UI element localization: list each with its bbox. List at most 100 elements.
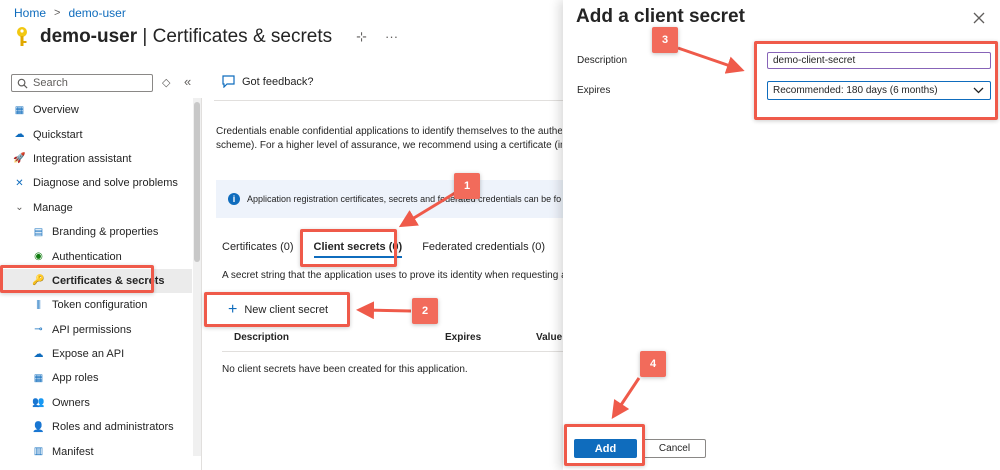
cancel-button[interactable]: Cancel xyxy=(643,439,706,458)
feedback-icon xyxy=(222,75,235,88)
sidebar-nav: ▦ Overview ☁ Quickstart 🚀 Integration assista… xyxy=(0,98,192,464)
sidebar-item-label: Manifest xyxy=(52,445,94,458)
arrow-2 xyxy=(356,301,412,320)
client-secret-note: A secret string that the application use… xyxy=(222,270,564,281)
sidebar-item-roles-and-administrators[interactable]: 👤 Roles and administrators xyxy=(0,415,192,439)
filter-options-icon[interactable]: ◇ xyxy=(162,76,170,89)
sidebar-item-token-configuration[interactable]: ⫼ Token configuration xyxy=(0,293,192,317)
secrets-table-header: Description Expires Value xyxy=(222,332,564,348)
breadcrumb-current-link[interactable]: demo-user xyxy=(68,6,125,20)
sidebar-item-manifest[interactable]: ▥ Manifest xyxy=(0,439,192,463)
sidebar-item-label: Authentication xyxy=(52,250,122,263)
description-line-2: scheme). For a higher level of assurance… xyxy=(216,140,562,151)
credentials-description: Credentials enable confidential applicat… xyxy=(216,125,562,153)
panel-title: Add a client secret xyxy=(576,6,745,27)
roles-icon: ▦ xyxy=(33,372,44,384)
feedback-link[interactable]: Got feedback? xyxy=(222,75,314,88)
wrench-icon: ✕ xyxy=(15,177,24,189)
tab-federated-credentials[interactable]: Federated credentials (0) xyxy=(422,241,545,258)
chevron-down-icon: ⌄ xyxy=(15,202,24,214)
admin-icon: 👤 xyxy=(32,421,45,433)
callout-badge-2: 2 xyxy=(412,298,438,324)
cloud-icon: ☁ xyxy=(14,129,25,141)
sidebar-item-label: Diagnose and solve problems xyxy=(33,177,178,190)
manifest-icon: ▥ xyxy=(33,446,44,458)
expose-icon: ☁ xyxy=(33,348,44,360)
key-icon xyxy=(17,27,27,46)
sidebar-item-label: Roles and administrators xyxy=(52,421,174,434)
column-value: Value xyxy=(536,332,563,343)
info-icon: i xyxy=(228,193,240,205)
sidebar-item-api-permissions[interactable]: ⊸ API permissions xyxy=(0,318,192,342)
new-client-secret-button[interactable]: + New client secret xyxy=(228,301,328,318)
sidebar-item-label: Certificates & secrets xyxy=(52,274,165,287)
sidebar-item-diagnose-and-solve-problems[interactable]: ✕ Diagnose and solve problems xyxy=(0,171,192,195)
key-icon: 🔑 xyxy=(32,275,45,287)
chevron-down-icon xyxy=(973,87,984,94)
branding-icon: ▤ xyxy=(33,226,44,238)
page-header: demo-user | Certificates & secrets ⊹ ··· xyxy=(14,26,398,48)
sidebar-item-expose-an-api[interactable]: ☁ Expose an API xyxy=(0,342,192,366)
collapse-sidebar-icon[interactable]: « xyxy=(184,74,191,89)
pin-icon[interactable]: ⊹ xyxy=(356,29,367,45)
sidebar-divider xyxy=(201,98,202,470)
more-options-icon[interactable]: ··· xyxy=(385,29,398,45)
info-banner: i Application registration certificates,… xyxy=(216,180,564,218)
search-placeholder: Search xyxy=(33,77,68,89)
page-name: | Certificates & secrets xyxy=(137,26,333,47)
auth-icon: ◉ xyxy=(34,251,43,263)
sidebar-item-label: Branding & properties xyxy=(52,226,159,239)
empty-state-message: No client secrets have been created for … xyxy=(222,364,468,375)
info-banner-text: Application registration certificates, s… xyxy=(247,194,562,204)
add-secret-panel xyxy=(563,0,1000,470)
sidebar-item-owners[interactable]: 👥 Owners xyxy=(0,391,192,415)
expires-selected-value: Recommended: 180 days (6 months) xyxy=(773,85,938,96)
plus-icon: + xyxy=(228,301,238,318)
callout-badge-4: 4 xyxy=(640,351,666,377)
expires-label: Expires xyxy=(577,85,611,96)
table-divider xyxy=(222,351,564,352)
sidebar-item-overview[interactable]: ▦ Overview xyxy=(0,98,192,122)
sidebar-item-label: API permissions xyxy=(52,323,132,336)
sidebar-item-label: Expose an API xyxy=(52,348,125,361)
description-field[interactable]: demo-client-secret xyxy=(767,52,991,69)
tab-client-secrets[interactable]: Client secrets (0) xyxy=(313,241,403,258)
sidebar-item-app-roles[interactable]: ▦ App roles xyxy=(0,366,192,390)
credential-tabs: Certificates (0) Client secrets (0) Fede… xyxy=(222,241,545,258)
sidebar-item-integration-assistant[interactable]: 🚀 Integration assistant xyxy=(0,147,192,171)
permissions-icon: ⊸ xyxy=(34,324,43,336)
column-expires: Expires xyxy=(445,332,482,343)
sidebar-item-label: Manage xyxy=(33,201,73,214)
sidebar-item-label: App roles xyxy=(52,372,99,385)
feedback-label: Got feedback? xyxy=(242,75,314,88)
callout-badge-3: 3 xyxy=(652,27,678,53)
app-name: demo-user xyxy=(40,26,138,47)
sidebar-item-branding-properties[interactable]: ▤ Branding & properties xyxy=(0,220,192,244)
sidebar-item-certificates-secrets[interactable]: 🔑 Certificates & secrets xyxy=(0,268,192,294)
sidebar-scrollbar[interactable] xyxy=(193,98,201,456)
breadcrumb: Home > demo-user xyxy=(14,6,126,20)
sidebar-item-label: Token configuration xyxy=(52,299,148,312)
breadcrumb-home-link[interactable]: Home xyxy=(14,6,46,20)
description-label: Description xyxy=(577,55,628,66)
sidebar-item-label: Owners xyxy=(52,396,90,409)
column-description: Description xyxy=(234,332,290,343)
search-icon xyxy=(17,78,28,89)
grid-icon: ▦ xyxy=(14,104,25,116)
toolbar-divider xyxy=(214,100,564,101)
tab-certificates[interactable]: Certificates (0) xyxy=(222,241,294,258)
sidebar-item-label: Quickstart xyxy=(33,128,83,141)
search-input[interactable]: Search xyxy=(11,74,153,92)
sidebar-item-quickstart[interactable]: ☁ Quickstart xyxy=(0,122,192,146)
breadcrumb-separator: > xyxy=(54,7,61,19)
scrollbar-thumb[interactable] xyxy=(194,102,200,262)
description-line-1: Credentials enable confidential applicat… xyxy=(216,126,562,137)
sidebar-item-authentication[interactable]: ◉ Authentication xyxy=(0,244,192,268)
expires-select[interactable]: Recommended: 180 days (6 months) xyxy=(767,81,991,100)
sidebar-group-manage[interactable]: ⌄ Manage xyxy=(0,196,192,220)
sidebar-item-label: Integration assistant xyxy=(33,152,132,165)
close-icon[interactable] xyxy=(973,12,985,24)
page-title: demo-user | Certificates & secrets xyxy=(40,26,332,48)
token-icon: ⫼ xyxy=(36,299,41,311)
add-button[interactable]: Add xyxy=(574,439,637,458)
